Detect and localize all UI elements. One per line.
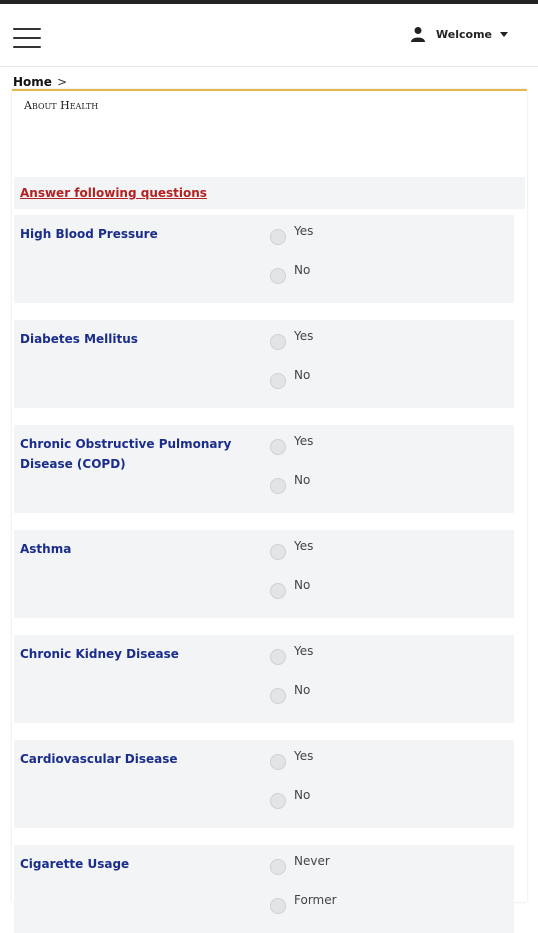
question-card: Asthma Yes No xyxy=(14,530,514,618)
answer-option[interactable]: Yes xyxy=(270,329,313,350)
question-label: Diabetes Mellitus xyxy=(20,332,138,346)
question-card: Cardiovascular Disease Yes No xyxy=(14,740,514,828)
caret-down-icon xyxy=(500,31,508,37)
option-label: No xyxy=(294,263,311,277)
radio-button[interactable] xyxy=(270,859,286,875)
answer-option[interactable]: No xyxy=(270,263,310,284)
option-label: Yes xyxy=(294,434,314,448)
hamburger-menu-button[interactable] xyxy=(13,28,41,48)
welcome-dropdown[interactable]: Welcome xyxy=(410,26,508,42)
radio-button[interactable] xyxy=(270,229,286,245)
option-label: No xyxy=(294,578,311,592)
option-label: No xyxy=(294,788,311,802)
question-card: Diabetes Mellitus Yes No xyxy=(14,320,514,408)
app-header: Welcome xyxy=(0,4,538,67)
breadcrumb-separator: > xyxy=(56,75,67,89)
question-label: Asthma xyxy=(20,542,72,556)
answer-option[interactable]: Yes xyxy=(270,434,313,455)
panel-title: About Health xyxy=(24,99,99,112)
radio-button[interactable] xyxy=(270,688,286,704)
breadcrumb: Home > xyxy=(13,75,67,89)
radio-button[interactable] xyxy=(270,754,286,770)
question-label: Cigarette Usage xyxy=(20,857,130,871)
question-card: Cigarette Usage Never Former xyxy=(14,845,514,933)
answer-option[interactable]: No xyxy=(270,473,310,494)
instructions-text: Answer following questions xyxy=(20,186,207,200)
question-card: Chronic Kidney Disease Yes No xyxy=(14,635,514,723)
hamburger-icon-line xyxy=(13,28,41,30)
option-label: Yes xyxy=(294,539,314,553)
answer-option[interactable]: No xyxy=(270,578,310,599)
question-card: Chronic Obstructive Pulmonary Disease (C… xyxy=(14,425,514,513)
option-label: Former xyxy=(294,893,337,907)
radio-button[interactable] xyxy=(270,649,286,665)
option-label: No xyxy=(294,473,311,487)
hamburger-icon-line xyxy=(13,37,41,39)
answer-option[interactable]: No xyxy=(270,788,310,809)
answer-option[interactable]: Yes xyxy=(270,644,313,665)
option-label: Yes xyxy=(294,749,314,763)
option-label: Yes xyxy=(294,224,314,238)
question-label: Chronic Kidney Disease xyxy=(20,647,179,661)
question-label: Chronic Obstructive Pulmonary Disease (C… xyxy=(20,437,232,471)
radio-button[interactable] xyxy=(270,583,286,599)
answer-option[interactable]: Yes xyxy=(270,749,313,770)
question-card: High Blood Pressure Yes No xyxy=(14,215,514,303)
option-label: Yes xyxy=(294,644,314,658)
answer-option[interactable]: No xyxy=(270,368,310,389)
option-label: No xyxy=(294,683,311,697)
option-label: Never xyxy=(294,854,330,868)
answer-option[interactable]: Former xyxy=(270,893,337,914)
option-label: No xyxy=(294,368,311,382)
radio-button[interactable] xyxy=(270,439,286,455)
welcome-label: Welcome xyxy=(436,27,492,41)
instructions-bar: Answer following questions xyxy=(14,177,525,209)
question-label: High Blood Pressure xyxy=(20,227,158,241)
breadcrumb-home-link[interactable]: Home xyxy=(13,75,52,89)
answer-option[interactable]: Yes xyxy=(270,539,313,560)
option-label: Yes xyxy=(294,329,314,343)
radio-button[interactable] xyxy=(270,334,286,350)
radio-button[interactable] xyxy=(270,898,286,914)
answer-option[interactable]: Yes xyxy=(270,224,313,245)
hamburger-icon-line xyxy=(13,46,41,48)
radio-button[interactable] xyxy=(270,544,286,560)
answer-option[interactable]: Never xyxy=(270,854,330,875)
radio-button[interactable] xyxy=(270,268,286,284)
user-icon xyxy=(411,27,426,42)
radio-button[interactable] xyxy=(270,373,286,389)
radio-button[interactable] xyxy=(270,478,286,494)
question-label: Cardiovascular Disease xyxy=(20,752,178,766)
radio-button[interactable] xyxy=(270,793,286,809)
answer-option[interactable]: No xyxy=(270,683,310,704)
health-panel: About Health Answer following questions … xyxy=(12,89,527,933)
